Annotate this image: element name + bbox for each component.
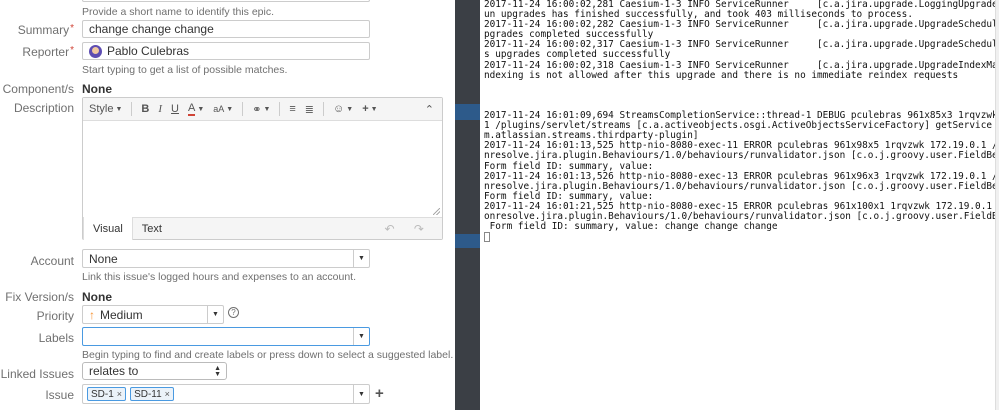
terminal-window[interactable]: 2017-11-24 16:00:02,281 Caesium-1-3 INFO… xyxy=(480,0,999,410)
link-type-value: relates to xyxy=(89,364,139,378)
linked-issues-label: Linked Issues xyxy=(0,367,74,381)
account-value: None xyxy=(89,251,118,266)
link-type-select[interactable]: relates to ▲ ▼ xyxy=(82,362,227,380)
reporter-value: Pablo Culebras xyxy=(107,44,190,58)
add-link-button[interactable]: + xyxy=(375,385,384,402)
priority-medium-icon: ↑ xyxy=(89,307,95,322)
priority-label: Priority xyxy=(36,309,74,323)
font-size-button[interactable]: aA ▼ xyxy=(213,104,233,114)
description-textarea[interactable] xyxy=(83,121,442,217)
issue-label: Issue xyxy=(45,388,74,402)
help-icon[interactable]: ? xyxy=(228,307,239,318)
insert-more-icon[interactable]: + ▼ xyxy=(362,103,377,115)
issue-chip[interactable]: SD-1 × xyxy=(87,387,127,401)
resize-grip-icon[interactable] xyxy=(433,208,440,215)
priority-select[interactable]: ↑ Medium ▼ xyxy=(82,305,224,324)
epic-name-hint: Provide a short name to identify this ep… xyxy=(82,6,275,18)
issue-picker[interactable]: SD-1 × SD-11 × ▼ xyxy=(82,384,370,404)
labels-input[interactable]: ▼ xyxy=(82,327,370,346)
issue-chip[interactable]: SD-11 × xyxy=(130,387,174,401)
italic-button[interactable]: I xyxy=(158,103,162,115)
link-icon[interactable]: ⚭ ▼ xyxy=(252,103,270,116)
components-value: None xyxy=(82,82,112,96)
updown-icon: ▲ ▼ xyxy=(214,365,221,378)
account-label: Account xyxy=(30,254,74,268)
terminal-line: Form field ID: summary, value: change ch… xyxy=(484,221,778,233)
scrollbar[interactable] xyxy=(995,0,999,410)
bold-button[interactable]: B xyxy=(141,103,149,115)
fix-versions-value: None xyxy=(82,290,112,304)
chevron-down-icon: ▼ xyxy=(353,328,369,345)
account-select[interactable]: None ▼ xyxy=(82,249,370,268)
terminal-output: 2017-11-24 16:00:02,281 Caesium-1-3 INFO… xyxy=(484,0,999,243)
summary-value: change change change xyxy=(89,22,214,36)
create-issue-form: Provide a short name to identify this ep… xyxy=(0,0,455,410)
account-hint: Link this issue's logged hours and expen… xyxy=(82,271,357,283)
reporter-hint: Start typing to get a list of possible m… xyxy=(82,64,288,76)
avatar xyxy=(89,44,102,58)
style-dropdown[interactable]: Style ▼ xyxy=(89,103,122,115)
chevron-down-icon: ▼ xyxy=(353,385,369,403)
editor-toolbar: Style ▼ B I U A ▼ aA ▼ ⚭ ▼ ≡ ≣ ☺ ▼ + ▼ ⌃ xyxy=(83,98,442,121)
text-color-button[interactable]: A ▼ xyxy=(187,102,204,116)
summary-label: Summary* xyxy=(17,23,74,37)
close-icon[interactable]: × xyxy=(117,389,122,399)
underline-button[interactable]: U xyxy=(171,103,179,115)
emoji-icon[interactable]: ☺ ▼ xyxy=(333,103,353,115)
bullet-list-icon[interactable]: ≡ xyxy=(289,103,295,115)
labels-hint: Begin typing to find and create labels o… xyxy=(82,349,454,361)
editor-mode-tabs: Visual Text ↶ ↷ xyxy=(83,217,442,240)
background-tab-indicator xyxy=(455,234,480,248)
numbered-list-icon[interactable]: ≣ xyxy=(305,103,314,116)
background-tab-indicator xyxy=(455,104,480,120)
undo-redo-icon[interactable]: ↶ ↷ xyxy=(385,222,432,236)
labels-label: Labels xyxy=(38,331,74,345)
window-divider xyxy=(455,0,480,410)
close-icon[interactable]: × xyxy=(165,389,170,399)
epic-name-input[interactable] xyxy=(82,0,370,2)
tab-text[interactable]: Text xyxy=(133,218,171,239)
terminal-line: ndexing is not allowed after this upgrad… xyxy=(484,69,959,81)
terminal-line: nresolve.jira.plugin.Behaviours/1.0/beha… xyxy=(484,150,999,162)
description-editor: Style ▼ B I U A ▼ aA ▼ ⚭ ▼ ≡ ≣ ☺ ▼ + ▼ ⌃ Visua… xyxy=(82,97,443,240)
fix-versions-label: Fix Version/s xyxy=(5,290,74,304)
description-label: Description xyxy=(13,101,74,115)
chevron-down-icon: ▼ xyxy=(353,250,369,267)
reporter-label: Reporter* xyxy=(22,45,74,59)
summary-field[interactable]: change change change xyxy=(82,20,370,38)
components-label: Component/s xyxy=(2,82,74,96)
reporter-field[interactable]: Pablo Culebras xyxy=(82,42,370,60)
tab-visual[interactable]: Visual xyxy=(83,217,133,240)
chevron-down-icon: ▼ xyxy=(207,306,223,323)
collapse-toolbar-icon[interactable]: ⌃ xyxy=(425,103,434,116)
terminal-cursor xyxy=(484,232,999,243)
priority-value: Medium xyxy=(100,307,143,322)
